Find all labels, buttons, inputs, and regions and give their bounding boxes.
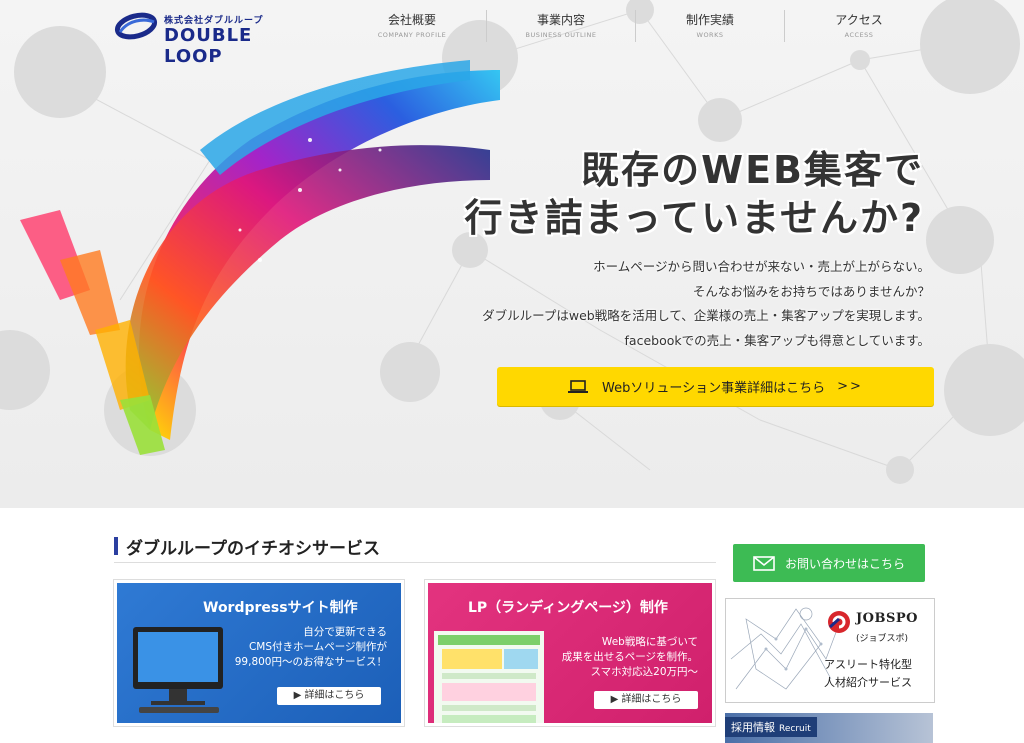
card-description: 自分で更新できる CMS付きホームページ制作が 99,800円〜のお得なサービス… — [235, 625, 387, 670]
laptop-icon — [568, 379, 589, 393]
featured-services-heading: ダブルループのイチオシサービス — [114, 534, 716, 563]
web-solution-cta-button[interactable]: Webソリューション事業詳細はこちら >> — [497, 367, 934, 406]
company-name-en: DOUBLE LOOP — [164, 25, 253, 67]
hero-headline-line-2: 行き詰まっていませんか? — [464, 196, 924, 240]
play-arrow-icon: ▶ — [610, 694, 622, 705]
mail-icon — [753, 555, 775, 571]
card-line: 成果を出せるページを制作。 — [561, 651, 698, 663]
card-banner: LP（ランディングページ）制作 Web戦略に基づいて 成果を出せるページを制作。… — [428, 583, 712, 723]
colorful-swoosh-graphic — [20, 60, 501, 455]
nav-sublabel: COMPANY PROFILE — [377, 31, 447, 39]
hero-lead-text: ホームページから問い合わせが来ない・売上が上がらない。 そんなお悩みをお持ちでは… — [482, 255, 930, 353]
nav-label: アクセス — [835, 13, 883, 27]
nav-item-works[interactable]: 制作実績 WORKS — [636, 6, 784, 42]
nav-sublabel: ACCESS — [844, 31, 874, 39]
lp-detail-button[interactable]: ▶ 詳細はこちら — [594, 691, 698, 709]
card-title: LP（ランディングページ）制作 — [468, 600, 668, 616]
card-line: 自分で更新できる — [303, 626, 387, 638]
card-line: CMS付きホームページ制作が — [248, 641, 387, 653]
nav-item-access[interactable]: アクセス ACCESS — [785, 6, 933, 42]
recruit-label: 採用情報 Recruit — [725, 717, 817, 737]
cta-label: Webソリューション事業詳細はこちら — [602, 381, 826, 396]
jobspo-tagline: 人材紹介サービス — [824, 676, 912, 689]
button-label: 詳細はこちら — [621, 694, 682, 705]
card-line: スマホ対応込20万円〜 — [590, 666, 698, 678]
wordpress-detail-button[interactable]: ▶ 詳細はこちら — [277, 687, 381, 705]
recruit-label-en: Recruit — [779, 724, 811, 734]
lead-line: そんなお悩みをお持ちではありませんか？ — [692, 283, 930, 299]
lead-line: ダブルループはweb戦略を活用して、企業様の売上・集客アップを実現します。 — [482, 308, 930, 323]
desktop-monitor-icon — [133, 627, 223, 713]
jobspo-name: JOBSPO — [856, 611, 918, 626]
nav-item-company-profile[interactable]: 会社概要 COMPANY PROFILE — [338, 6, 486, 42]
lead-line: facebookでの売上・集客アップも得意としています。 — [624, 332, 930, 348]
site-logo[interactable]: 株式会社ダブルループ DOUBLE LOOP — [114, 10, 314, 67]
play-arrow-icon: ▶ — [293, 690, 305, 701]
section-title: ダブルループのイチオシサービス — [126, 539, 380, 559]
nav-label: 事業内容 — [536, 13, 585, 27]
nav-sublabel: BUSINESS OUTLINE — [525, 31, 597, 39]
double-loop-logo-icon — [114, 12, 158, 40]
lead-line: ホームページから問い合わせが来ない・売上が上がらない。 — [593, 259, 930, 274]
card-banner: Wordpressサイト制作 自分で更新できる CMS付きホームページ制作が 9… — [117, 583, 401, 723]
recruit-banner[interactable]: 採用情報 Recruit — [725, 713, 933, 743]
hero-headline-line-1: 既存のWEB集客で — [581, 148, 924, 192]
heading-accent-bar — [114, 537, 118, 555]
nav-sublabel: WORKS — [696, 31, 724, 39]
card-line: 99,800円〜のお得なサービス！ — [234, 656, 387, 668]
jobspo-banner[interactable]: JOBSPO (ジョブスポ) アスリート特化型 人材紹介サービス — [725, 598, 935, 703]
jobspo-logo-icon — [828, 611, 850, 633]
hero-headline: 既存のWEB集客で 行き詰まっていませんか? — [465, 146, 924, 242]
cta-arrows: >> — [837, 379, 863, 394]
nav-label: 会社概要 — [387, 13, 436, 27]
nav-label: 制作実績 — [685, 13, 734, 27]
nav-item-business-outline[interactable]: 事業内容 BUSINESS OUTLINE — [487, 6, 635, 42]
recruit-label-jp: 採用情報 — [731, 721, 775, 734]
button-label: 詳細はこちら — [304, 690, 365, 701]
jobspo-kana: (ジョブスポ) — [856, 634, 909, 644]
card-line: Web戦略に基づいて — [601, 636, 698, 648]
wordpress-service-card[interactable]: Wordpressサイト制作 自分で更新できる CMS付きホームページ制作が 9… — [113, 579, 405, 727]
contact-button[interactable]: お問い合わせはこちら — [733, 544, 925, 582]
lp-service-card[interactable]: LP（ランディングページ）制作 Web戦略に基づいて 成果を出せるページを制作。… — [424, 579, 716, 727]
hero-section: 株式会社ダブルループ DOUBLE LOOP 会社概要 COMPANY PROF… — [0, 0, 1024, 508]
card-title: Wordpressサイト制作 — [203, 600, 358, 616]
jobspo-tagline: アスリート特化型 — [824, 658, 912, 671]
card-description: Web戦略に基づいて 成果を出せるページを制作。 スマホ対応込20万円〜 — [562, 635, 698, 680]
landing-page-preview-image — [434, 631, 544, 723]
contact-label: お問い合わせはこちら — [784, 556, 905, 571]
